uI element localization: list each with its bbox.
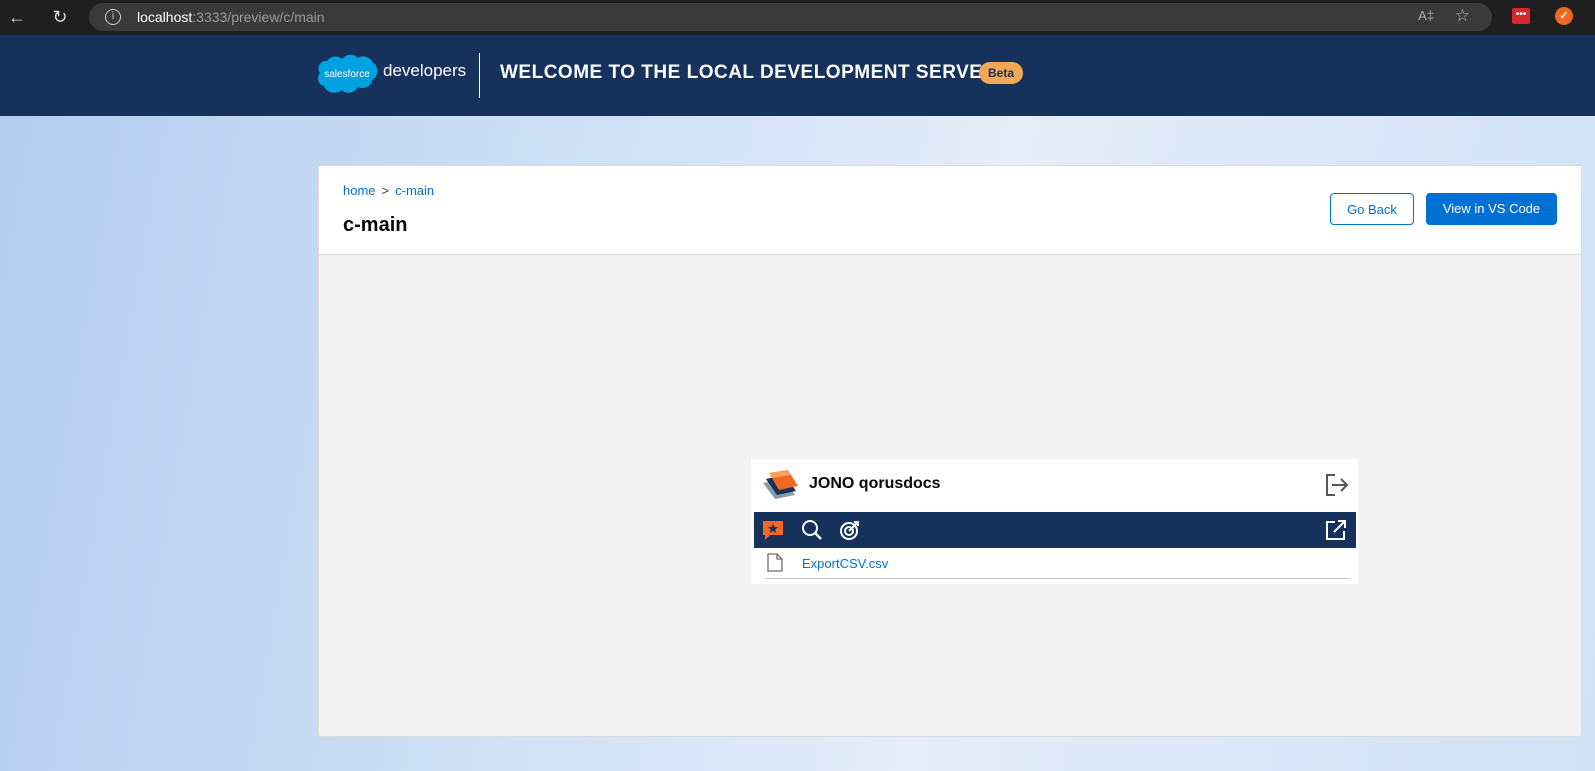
header-title: Welcome to the Local Development Server [500,62,997,83]
card-header: home > c-main c-main Go Back View in VS Co… [319,166,1581,255]
target-icon[interactable] [839,519,861,541]
file-link[interactable]: ExportCSV.csv [802,556,888,571]
favorite-star-icon[interactable]: ☆ [1455,6,1470,26]
logout-icon[interactable] [1324,472,1350,498]
back-arrow-icon[interactable]: ← [6,6,28,28]
file-list-item[interactable]: ExportCSV.csv [765,550,1349,579]
document-icon [767,553,783,572]
read-aloud-icon[interactable]: A‡ [1418,8,1434,23]
extension-orange-icon[interactable]: ✓ [1555,7,1573,25]
widget-toolbar [754,512,1356,548]
breadcrumb-current-link[interactable]: c-main [395,183,434,198]
breadcrumb-home-link[interactable]: home [343,183,376,198]
preview-card: home > c-main c-main Go Back View in VS Co… [318,165,1582,737]
go-back-button[interactable]: Go Back [1330,193,1414,225]
view-in-vscode-button[interactable]: View in VS Code [1426,193,1557,225]
site-header: salesforce developers Welcome to the Loc… [0,35,1595,116]
qorusdocs-widget: JONO qorusdocs ExportCSV.csv [751,459,1358,584]
brand-developers-text: developers [383,61,467,80]
breadcrumb-separator: > [381,183,390,198]
url-text: localhost:3333/preview/c/main [137,9,325,25]
url-host: localhost [137,9,193,25]
extension-icon[interactable]: ••• [1512,8,1530,24]
salesforce-cloud-logo[interactable]: salesforce [316,53,378,97]
search-icon[interactable] [801,519,823,541]
qorusdocs-logo-icon [763,470,798,499]
breadcrumb: home > c-main [343,183,434,198]
beta-badge: Beta [979,62,1024,84]
widget-header: JONO qorusdocs [751,459,1358,512]
reload-icon[interactable]: ↻ [49,6,71,28]
site-info-icon[interactable]: i [105,9,121,25]
widget-title: JONO qorusdocs [809,475,941,492]
browser-toolbar: ← ↻ i localhost:3333/preview/c/main A‡ ☆… [0,0,1595,35]
favorite-comment-icon[interactable] [762,519,784,541]
page-title: c-main [343,214,408,236]
external-link-icon[interactable] [1325,519,1347,541]
logo-text: salesforce [324,69,370,80]
url-path: :3333/preview/c/main [192,9,325,25]
header-divider [479,53,480,98]
address-bar[interactable]: i localhost:3333/preview/c/main A‡ ☆ [89,3,1492,31]
